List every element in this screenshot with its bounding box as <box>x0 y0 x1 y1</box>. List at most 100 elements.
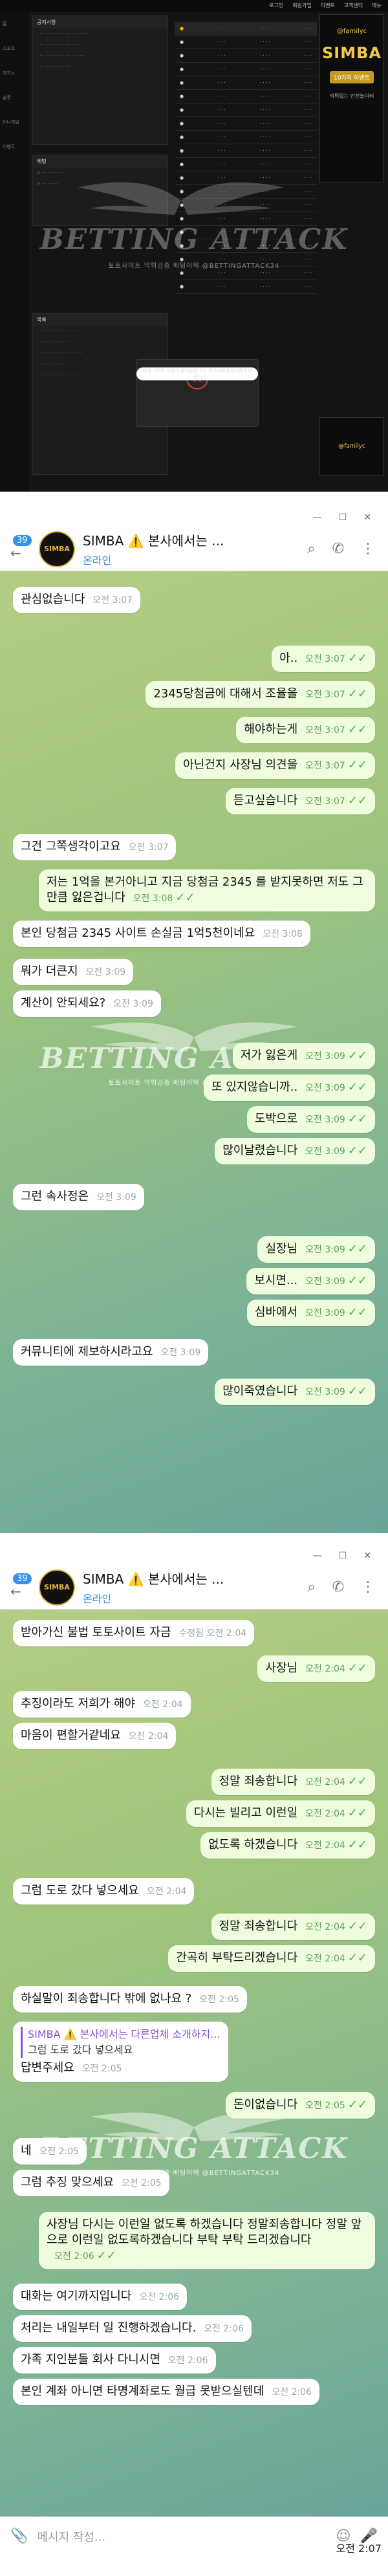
outgoing-message[interactable]: 또 있지않습니까.. 오전 3:09 ✓✓ <box>204 1075 375 1101</box>
outgoing-message[interactable]: 다시는 빌리고 이런일 오전 2:04 ✓✓ <box>186 1800 375 1827</box>
outgoing-message[interactable]: 사장님 다시는 이런일 없도록 하겠습니다 정말죄송합니다 정말 앞으로 이런일… <box>39 2212 375 2269</box>
incoming-message[interactable]: 본인 당첨금 2345 사이트 손실금 1억5천이네요 오전 3:08 <box>13 921 310 947</box>
simba-ad-banner[interactable]: @familyc SIMBA 10가지 이벤트 먹튀없는 안전놀이터 <box>319 14 384 182</box>
outgoing-message[interactable]: 심바에서 오전 3:09 ✓✓ <box>246 1300 375 1326</box>
incoming-message[interactable]: 대화는 여기까지입니다 오전 2:06 <box>13 2284 187 2310</box>
ad-promo: 10가지 이벤트 <box>330 71 374 83</box>
outgoing-message[interactable]: 간곡히 부탁드리겠습니다 오전 2:04 ✓✓ <box>168 1945 375 1972</box>
outgoing-message[interactable]: 듣고싶습니다 오전 3:07 ✓✓ <box>225 788 375 814</box>
message-text: 그건 그쪽생각이고요 <box>21 840 121 853</box>
message-text: 보시면... <box>254 1274 298 1287</box>
message-time: 오전 3:09 <box>305 1387 345 1397</box>
search-icon[interactable]: ⌕ <box>307 1579 315 1595</box>
outgoing-message[interactable]: 실장님 오전 3:09 ✓✓ <box>257 1236 375 1263</box>
outgoing-message[interactable]: 도박으로 오전 3:09 ✓✓ <box>246 1106 375 1133</box>
outgoing-message[interactable]: 2345당첨금에 대해서 조율을 오전 3:07 ✓✓ <box>146 681 375 708</box>
outgoing-message[interactable]: 많이죽였습니다 오전 3:09 ✓✓ <box>215 1379 375 1405</box>
unread-badge: 39 <box>13 534 32 546</box>
incoming-message[interactable]: 네 오전 2:05 <box>13 2138 87 2165</box>
incoming-message[interactable]: 받아가신 불법 토토사이트 자금 수정됨 오전 2:04 <box>13 1620 255 1646</box>
simba-ad-banner-small[interactable]: @familyc <box>319 417 384 475</box>
site-left-menu-item[interactable]: 홈 <box>0 12 30 36</box>
more-icon[interactable]: ⋮ <box>361 541 375 557</box>
avatar[interactable]: SIMBA <box>39 530 75 567</box>
outgoing-message[interactable]: 정말 죄송합니다 오전 2:04 ✓✓ <box>211 1914 375 1940</box>
outgoing-message[interactable]: 아닌건지 사장님 의견을 오전 3:07 ✓✓ <box>175 752 375 779</box>
outgoing-message[interactable]: 저는 1억을 본거아니고 지금 당첨금 2345 를 받지못하면 저도 그만큼 … <box>39 869 375 911</box>
outgoing-message[interactable]: 돈이없습니다 오전 2:05 ✓✓ <box>225 2092 375 2119</box>
incoming-message[interactable]: 커뮤니티에 제보하시라고요 오전 3:09 <box>13 1339 209 1366</box>
outgoing-message[interactable]: 정말 죄송합니다 오전 2:04 ✓✓ <box>211 1769 375 1795</box>
outgoing-message[interactable]: 아.. 오전 3:07 ✓✓ <box>272 646 375 672</box>
incoming-message[interactable]: 처리는 내일부터 일 진행하겠습니다. 오전 2:06 <box>13 2315 252 2342</box>
ad-sub: 먹튀없는 안전놀이터 <box>329 93 374 99</box>
read-check-icon: ✓✓ <box>347 1144 367 1157</box>
message-time: 오전 3:07 <box>305 654 345 664</box>
outgoing-message[interactable]: 많이날렸습니다 오전 3:09 ✓✓ <box>215 1138 375 1164</box>
incoming-message[interactable]: 그건 그쪽생각이고요 오전 3:07 <box>13 834 177 860</box>
incoming-message[interactable]: 가족 지인분들 회사 다니시면 오전 2:06 <box>13 2347 216 2374</box>
site-topbar-item[interactable]: 이벤트 <box>321 2 335 10</box>
more-icon[interactable]: ⋮ <box>361 1579 375 1595</box>
incoming-message[interactable]: 그럼 추징 맞으세요 오전 2:05 <box>13 2170 169 2196</box>
message-text: 아닌건지 사장님 의견을 <box>183 758 298 772</box>
chat-title-block[interactable]: SIMBA ⚠️ 본사에서는 ... 온라인 <box>83 1569 307 1606</box>
incoming-message[interactable]: 계산이 안되세요? 오전 3:09 <box>13 990 161 1017</box>
back-arrow-icon: ← <box>10 1583 21 1599</box>
site-left-menu-item[interactable]: 슬롯 <box>0 85 30 110</box>
incoming-message[interactable]: 본인 계좌 아니면 타명계좌로도 월급 못받으실텐데 오전 2:06 <box>13 2379 320 2405</box>
incoming-message[interactable]: 하실말이 죄송합니다 밖에 없나요 ? 오전 2:05 <box>13 1986 247 2013</box>
outgoing-message[interactable]: 사장님 오전 2:04 ✓✓ <box>257 1655 375 1682</box>
outgoing-message[interactable]: 해야하는게 오전 3:07 ✓✓ <box>236 717 375 743</box>
incoming-message[interactable]: 관심없습니다 오전 3:07 <box>13 587 141 613</box>
site-topbar-item[interactable]: 회원가입 <box>292 2 311 10</box>
site-left-menu-item[interactable]: 미니게임 <box>0 110 30 135</box>
outgoing-message[interactable]: 보시면... 오전 3:09 ✓✓ <box>246 1268 375 1294</box>
search-icon[interactable]: ⌕ <box>307 541 315 557</box>
attach-icon[interactable]: 📎 <box>10 2528 28 2544</box>
outgoing-message[interactable]: 없도록 하겠습니다 오전 2:04 ✓✓ <box>200 1832 375 1859</box>
incoming-message[interactable]: 그런 속사정은 오전 3:09 <box>13 1184 144 1210</box>
wings-icon <box>78 182 285 215</box>
maximize-icon[interactable]: ☐ <box>339 1551 347 1561</box>
outgoing-message[interactable]: 저가 잃은게 오전 3:09 ✓✓ <box>232 1043 375 1069</box>
notice-header: 공지사항 <box>33 16 167 28</box>
message-time: 오전 2:06 <box>204 2324 244 2334</box>
close-icon[interactable]: ✕ <box>363 1551 371 1561</box>
message-time: 오전 2:04 <box>305 1809 345 1819</box>
message-text: 답변주세요 <box>21 2061 74 2075</box>
read-check-icon: ✓✓ <box>347 1661 367 1675</box>
table-row: ●· · ·· · · ·· · · <box>175 63 317 76</box>
reply-quote[interactable]: SIMBA ⚠️ 본사에서는 다른업체 소개하지... 그럼 도로 갔다 넣으세요 <box>21 2027 221 2058</box>
phone-icon[interactable]: ✆ <box>332 541 344 557</box>
site-topbar: 로그인 회원가입 이벤트 고객센터 메뉴 <box>0 0 388 12</box>
incoming-message[interactable]: 뭐가 더큰지 오전 3:09 <box>13 959 134 985</box>
message-input[interactable]: 메시지 작성... <box>37 2528 327 2545</box>
message-text: 본인 계좌 아니면 타명계좌로도 월급 못받으실텐데 <box>21 2385 264 2398</box>
minimize-icon[interactable]: — <box>313 512 322 523</box>
site-left-menu-item[interactable]: 스포츠 <box>0 36 30 61</box>
message-time: 오전 3:09 <box>160 1348 201 1358</box>
incoming-message[interactable]: SIMBA ⚠️ 본사에서는 다른업체 소개하지... 그럼 도로 갔다 넣으세요… <box>13 2022 228 2082</box>
avatar[interactable]: SIMBA <box>39 1569 75 1606</box>
site-topbar-item[interactable]: 고객센터 <box>344 2 363 10</box>
message-time: 오전 3:07 <box>92 595 133 606</box>
close-icon[interactable]: ✕ <box>363 512 371 523</box>
site-left-menu-item[interactable]: 카지노 <box>0 61 30 85</box>
minimize-icon[interactable]: — <box>313 1551 322 1561</box>
chat-title-block[interactable]: SIMBA ⚠️ 본사에서는 ... 온라인 <box>83 530 307 567</box>
maximize-icon[interactable]: ☐ <box>339 512 347 523</box>
incoming-message[interactable]: 마음이 편할거같네요 오전 2:04 <box>13 1723 177 1749</box>
site-topbar-item[interactable]: 로그인 <box>269 2 283 10</box>
site-topbar-item[interactable]: 메뉴 <box>372 2 382 10</box>
message-time: 수정됨 오전 2:04 <box>178 1628 247 1639</box>
message-text: 그런 속사정은 <box>21 1190 89 1203</box>
back-button[interactable]: 39 ← <box>8 534 34 562</box>
back-button[interactable]: 39 ← <box>8 1573 34 1600</box>
table-row: ●· · ·· · · ·· · · <box>175 90 317 104</box>
phone-icon[interactable]: ✆ <box>332 1579 344 1595</box>
table-row: ●· · ·· · · ·· · · <box>175 117 317 131</box>
incoming-message[interactable]: 그럼 도로 갔다 넣으세요 오전 2:04 <box>13 1878 195 1905</box>
site-left-menu-item[interactable]: 이벤트 <box>0 135 30 159</box>
incoming-message[interactable]: 추징이라도 저희가 해야 오전 2:04 <box>13 1691 191 1718</box>
